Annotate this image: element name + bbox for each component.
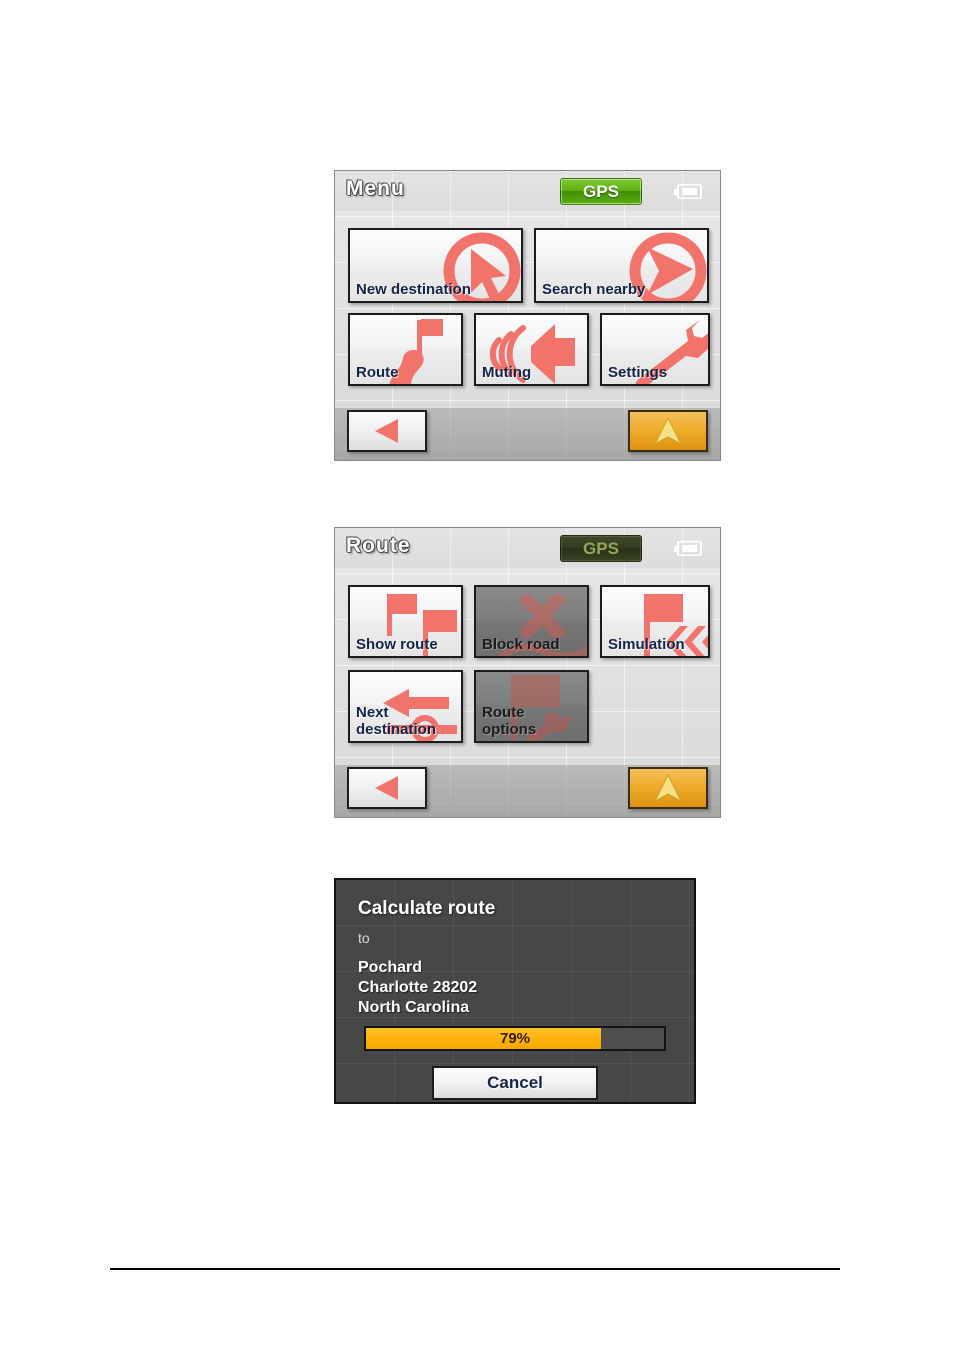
page-title: Route	[346, 534, 411, 557]
gps-label: GPS	[583, 538, 619, 558]
tile-muting[interactable]: Muting	[474, 313, 589, 386]
tile-label: Simulation	[608, 636, 685, 653]
progress-bar: 79%	[364, 1026, 666, 1051]
back-button[interactable]	[347, 410, 427, 452]
back-triangle-icon	[375, 776, 398, 800]
status-bar: Menu GPS	[335, 171, 720, 211]
tile-route[interactable]: Route	[348, 313, 463, 386]
bottom-bar	[335, 765, 720, 817]
battery-icon	[674, 541, 702, 556]
tile-route-options[interactable]: Route options	[474, 670, 589, 743]
progress-percent-label: 79%	[499, 1030, 531, 1047]
navigation-arrow-icon	[653, 773, 683, 803]
tile-label: Block road	[482, 636, 560, 653]
navigation-arrow-icon	[653, 416, 683, 446]
tile-simulation[interactable]: Simulation	[600, 585, 710, 658]
tile-label: Settings	[608, 364, 668, 381]
tile-new-destination[interactable]: New destination	[348, 228, 523, 303]
tile-next-destination[interactable]: Next destination	[348, 670, 463, 743]
address-line: Charlotte 28202	[358, 979, 478, 996]
address-line: Pochard	[358, 959, 423, 976]
tile-label: Show route	[356, 636, 438, 653]
tile-label: Next destination	[356, 704, 437, 738]
status-bar: Route GPS	[335, 528, 720, 568]
battery-icon	[674, 184, 702, 199]
tile-block-road[interactable]: Block road	[474, 585, 589, 658]
address-line: North Carolina	[358, 999, 470, 1016]
tile-search-nearby[interactable]: Search nearby	[534, 228, 709, 303]
destination-address: Pochard Charlotte 28202 North Carolina	[358, 958, 477, 1018]
menu-screen: Menu GPS New destination Search nearby R…	[334, 170, 721, 461]
gps-status-button[interactable]: GPS	[560, 178, 642, 205]
cancel-button[interactable]: Cancel	[432, 1066, 598, 1100]
dialog-to-label: to	[358, 930, 370, 946]
tile-label: Route options	[482, 704, 537, 738]
route-screen: Route GPS Show route Block road Simulati…	[334, 527, 721, 818]
tile-label: Route	[356, 364, 399, 381]
navigate-button[interactable]	[628, 410, 708, 452]
tile-settings[interactable]: Settings	[600, 313, 710, 386]
tile-label: Search nearby	[542, 281, 646, 298]
calculate-route-dialog: Calculate route to Pochard Charlotte 282…	[334, 878, 696, 1104]
page-title: Menu	[346, 177, 405, 200]
footer-rule	[110, 1268, 840, 1270]
navigate-button[interactable]	[628, 767, 708, 809]
back-button[interactable]	[347, 767, 427, 809]
dialog-title: Calculate route	[358, 898, 496, 919]
tile-show-route[interactable]: Show route	[348, 585, 463, 658]
bottom-bar	[335, 408, 720, 460]
gps-status-button[interactable]: GPS	[560, 535, 642, 562]
back-triangle-icon	[375, 419, 398, 443]
tile-label: New destination	[356, 281, 472, 298]
document-page: Menu GPS New destination Search nearby R…	[0, 0, 954, 1350]
tile-label: Muting	[482, 364, 532, 381]
gps-label: GPS	[583, 181, 619, 201]
